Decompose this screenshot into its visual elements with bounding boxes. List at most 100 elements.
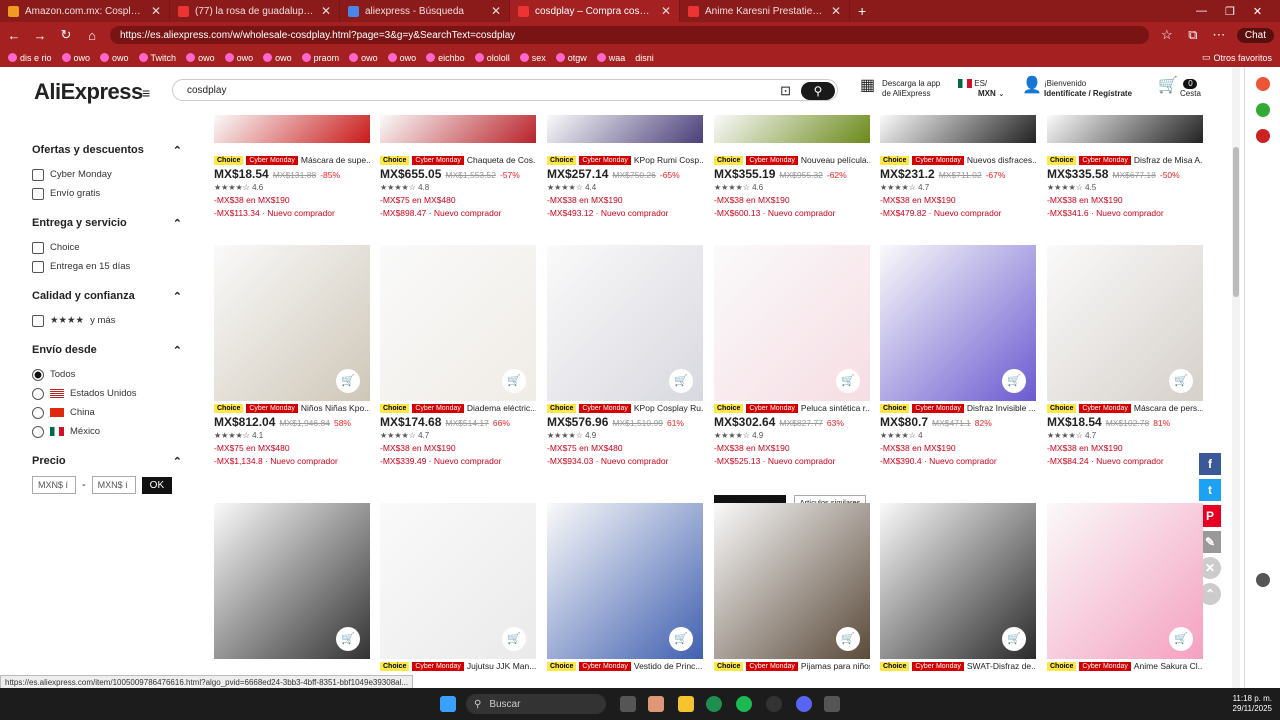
product-card[interactable]: Choice Cyber Monday Máscara de supe... MX$1…: [214, 153, 370, 221]
copilot-icon[interactable]: [648, 696, 664, 712]
chevron-up-icon[interactable]: ⌃: [173, 290, 182, 303]
close-icon[interactable]: ✕: [831, 4, 841, 18]
price-min-input[interactable]: MXN$ í: [32, 476, 76, 494]
product-title[interactable]: Choice Cyber Monday Niños Niñas Kpo...: [214, 401, 370, 415]
product-image[interactable]: 🛒: [1047, 503, 1203, 659]
product-image[interactable]: 🛒: [714, 503, 870, 659]
product-card[interactable]: 🛒 Choice Cyber Monday Máscara de pers... MX$…: [1047, 245, 1203, 469]
product-image[interactable]: 🛒: [214, 503, 370, 659]
discord-icon[interactable]: [796, 696, 812, 712]
back-icon[interactable]: ←: [6, 28, 22, 43]
product-image[interactable]: 🛒: [380, 245, 536, 401]
product-card[interactable]: 🛒 Choice Cyber Monday Diadema eléctric... MX…: [380, 245, 536, 469]
product-card[interactable]: 🛒 Choice Cyber Monday Jujutsu JJK Man...: [380, 503, 536, 673]
product-card[interactable]: 🛒 ChoiceCyber MondayPijamas para niños co…: [714, 503, 870, 673]
product-image[interactable]: 🛒: [214, 245, 370, 401]
close-window-icon[interactable]: ✕: [1253, 5, 1262, 18]
product-title[interactable]: Choice Cyber Monday Anime Sakura Cl...: [1047, 659, 1203, 673]
product-card[interactable]: Choice Cyber Monday Disfraz de Misa A... MX…: [1047, 153, 1203, 221]
star-icon[interactable]: ☆: [1159, 27, 1175, 43]
settings-icon[interactable]: [1255, 573, 1270, 587]
product-image[interactable]: 🛒: [880, 245, 1036, 401]
add-to-cart-icon[interactable]: 🛒: [1002, 369, 1026, 393]
account-login[interactable]: ¡Bienvenido Identifícate / Regístrate: [1044, 79, 1132, 99]
new-tab-button[interactable]: +: [850, 3, 874, 19]
app-download[interactable]: Descarga la app de AliExpress: [882, 79, 940, 99]
bookmark[interactable]: owo: [61, 53, 90, 63]
steam-icon[interactable]: [766, 696, 782, 712]
task-view-icon[interactable]: [620, 696, 636, 712]
forward-icon[interactable]: →: [32, 28, 48, 43]
filter-option-mexico[interactable]: México: [32, 422, 182, 441]
product-card[interactable]: Choice Cyber Monday Chaqueta de Cos... MX$6…: [380, 153, 536, 221]
product-title[interactable]: Choice Cyber Monday Nuevos disfraces...: [880, 153, 1036, 167]
bookmark[interactable]: dis e rio: [8, 53, 52, 63]
product-title[interactable]: Choice Cyber Monday Disfraz Invisible ...: [880, 401, 1036, 415]
product-title[interactable]: Choice Cyber Monday Máscara de pers...: [1047, 401, 1203, 415]
edge-icon[interactable]: [706, 696, 722, 712]
bookmark[interactable]: eichbo: [426, 53, 465, 63]
search-button[interactable]: ⚲: [801, 82, 835, 100]
add-to-cart-icon[interactable]: 🛒: [336, 369, 360, 393]
product-title[interactable]: Choice Cyber Monday Jujutsu JJK Man...: [380, 659, 536, 673]
chevron-up-icon[interactable]: ⌃: [173, 217, 182, 230]
radio[interactable]: [32, 425, 44, 438]
add-to-cart-icon[interactable]: 🛒: [502, 627, 526, 651]
cart-label[interactable]: 0 Cesta: [1180, 79, 1201, 99]
close-icon[interactable]: ✕: [151, 4, 161, 18]
browser-tab[interactable]: aliexpress - Búsqueda ✕: [340, 0, 510, 22]
epic-games-icon[interactable]: [824, 696, 840, 712]
add-to-cart-icon[interactable]: 🛒: [836, 369, 860, 393]
product-card[interactable]: 🛒 Choice Cyber Monday SWAT-Disfraz de...: [880, 503, 1036, 673]
windows-start-icon[interactable]: [440, 696, 456, 712]
bookmark[interactable]: owo: [387, 53, 416, 63]
product-title[interactable]: Choice Cyber Monday KPop Rumi Cosp...: [547, 153, 703, 167]
file-explorer-icon[interactable]: [678, 696, 694, 712]
user-icon[interactable]: 👤: [1022, 78, 1042, 94]
product-card[interactable]: 🛒: [214, 503, 370, 659]
bookmark[interactable]: owo: [349, 53, 378, 63]
maximize-icon[interactable]: ❐: [1225, 5, 1235, 18]
reload-icon[interactable]: ↻: [58, 27, 74, 43]
add-to-cart-icon[interactable]: 🛒: [669, 627, 693, 651]
price-max-input[interactable]: MXN$ í: [91, 476, 136, 494]
bookmark[interactable]: owo: [186, 53, 215, 63]
chevron-up-icon[interactable]: ⌃: [173, 455, 182, 468]
app-icon[interactable]: [1255, 129, 1270, 143]
product-image[interactable]: 🛒: [714, 245, 870, 401]
bookmark[interactable]: owo: [224, 53, 253, 63]
close-icon[interactable]: ✕: [321, 4, 331, 18]
product-title[interactable]: Choice Cyber Monday Disfraz de Misa A...: [1047, 153, 1203, 167]
filter-option-cyber-monday[interactable]: Cyber Monday: [32, 165, 182, 184]
product-image[interactable]: [380, 115, 536, 143]
product-image[interactable]: [714, 115, 870, 143]
bookmark[interactable]: otgw: [555, 53, 587, 63]
chevron-up-icon[interactable]: ⌃: [173, 344, 182, 357]
bookmark[interactable]: disni: [635, 53, 654, 63]
product-title[interactable]: Choice Cyber Monday Peluca sintética r...: [714, 401, 870, 415]
url-field[interactable]: https://es.aliexpress.com/w/wholesale-co…: [110, 26, 1149, 44]
chat-button[interactable]: Chat: [1236, 27, 1274, 43]
product-image[interactable]: 🛒: [547, 503, 703, 659]
product-title[interactable]: Choice Cyber Monday Diadema eléctric...: [380, 401, 536, 415]
scrollbar[interactable]: [1232, 67, 1240, 693]
bookmark[interactable]: sex: [519, 53, 546, 63]
add-to-cart-icon[interactable]: 🛒: [1169, 627, 1193, 651]
bookmark[interactable]: owo: [263, 53, 292, 63]
add-to-cart-icon[interactable]: 🛒: [336, 627, 360, 651]
price-ok-button[interactable]: OK: [141, 476, 173, 494]
camera-search-icon[interactable]: ⊡: [780, 83, 791, 99]
chevron-up-icon[interactable]: ⌃: [173, 144, 182, 157]
add-to-cart-icon[interactable]: 🛒: [1002, 627, 1026, 651]
region-selector[interactable]: ES/MXN ⌄: [958, 79, 1005, 99]
twitter-icon[interactable]: t: [1199, 479, 1221, 501]
hamburger-menu-icon[interactable]: ≡: [142, 85, 150, 101]
product-card[interactable]: 🛒 Choice Cyber Monday Niños Niñas Kpo... MX$…: [214, 245, 370, 469]
bookmark[interactable]: owo: [100, 53, 129, 63]
radio-selected[interactable]: [32, 368, 44, 381]
add-to-cart-icon[interactable]: 🛒: [669, 369, 693, 393]
product-image[interactable]: 🛒: [880, 503, 1036, 659]
minimize-icon[interactable]: —: [1196, 5, 1207, 17]
taskbar-search[interactable]: ⚲ Buscar: [466, 694, 606, 714]
product-title[interactable]: Choice Cyber Monday Máscara de supe...: [214, 153, 370, 167]
